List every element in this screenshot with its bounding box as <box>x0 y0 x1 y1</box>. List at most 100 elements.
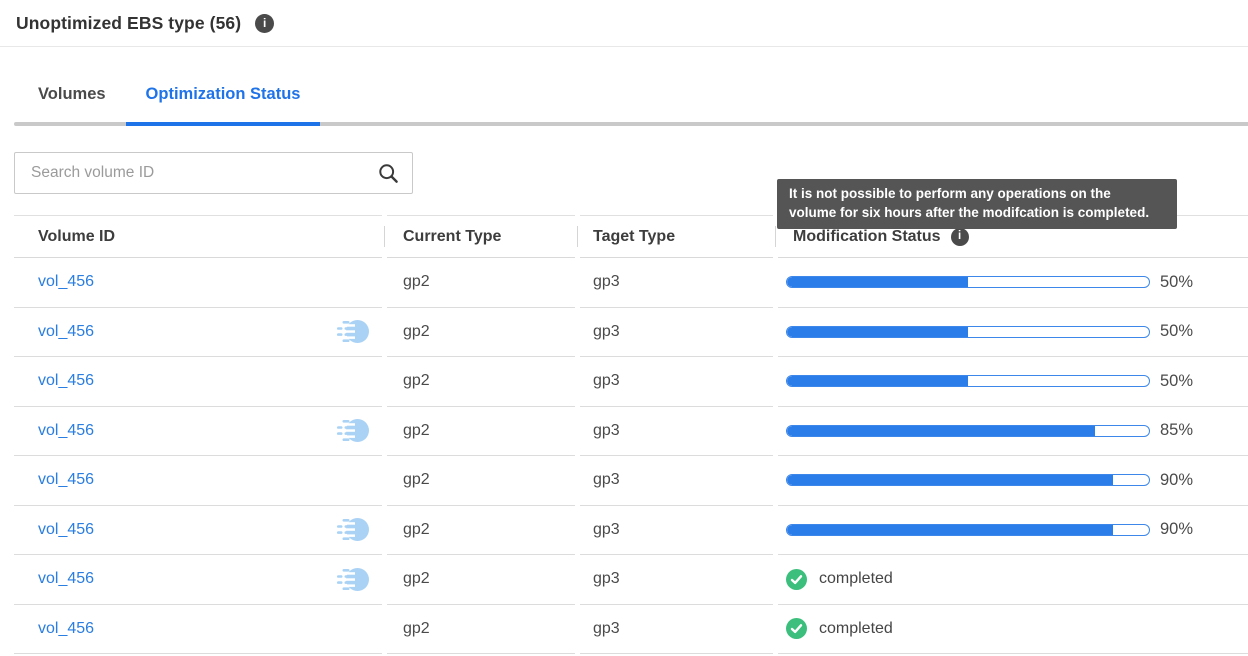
table-row: vol_456 <box>14 506 1248 556</box>
target-type-cell: gp3 <box>580 308 773 358</box>
progress-label: 50% <box>1160 322 1193 341</box>
progress-bar <box>786 276 1150 288</box>
info-icon[interactable]: i <box>951 228 969 246</box>
progress-indicator: 90% <box>786 520 1193 539</box>
tab-volumes[interactable]: Volumes <box>18 85 126 127</box>
progress-indicator: 90% <box>786 471 1193 490</box>
volume-id-link[interactable]: vol_456 <box>38 620 94 638</box>
progress-fill <box>787 426 1095 436</box>
modification-status-cell: 50% <box>778 258 1248 308</box>
target-type-value: gp3 <box>593 471 620 489</box>
progress-label: 85% <box>1160 421 1193 440</box>
completed-status: completed <box>786 569 893 590</box>
current-type-cell: gp2 <box>387 605 575 655</box>
volume-id-cell: vol_456 <box>14 456 382 506</box>
column-header-volume-id: Volume ID <box>14 215 382 258</box>
volume-id-link[interactable]: vol_456 <box>38 323 94 341</box>
table-row: vol_456 <box>14 357 1248 407</box>
target-type-value: gp3 <box>593 422 620 440</box>
progress-fill <box>787 525 1113 535</box>
target-type-value: gp3 <box>593 521 620 539</box>
progress-indicator: 85% <box>786 421 1193 440</box>
tab-optimization-status[interactable]: Optimization Status <box>126 85 321 127</box>
progress-indicator: 50% <box>786 372 1193 391</box>
fast-io-icon <box>336 567 370 592</box>
column-header-target-type: Taget Type <box>580 215 773 258</box>
modification-status-cell: 50% <box>778 357 1248 407</box>
current-type-value: gp2 <box>403 570 430 588</box>
search-icon[interactable] <box>378 163 399 184</box>
column-header-label: Taget Type <box>593 228 675 246</box>
volume-id-cell: vol_456 <box>14 605 382 655</box>
completed-label: completed <box>819 570 893 588</box>
target-type-value: gp3 <box>593 620 620 638</box>
progress-label: 90% <box>1160 471 1193 490</box>
volume-id-cell: vol_456 <box>14 555 382 605</box>
completed-status: completed <box>786 618 893 639</box>
modification-status-tooltip: It is not possible to perform any operat… <box>777 179 1177 229</box>
volume-id-cell: vol_456 <box>14 506 382 556</box>
target-type-value: gp3 <box>593 372 620 390</box>
target-type-value: gp3 <box>593 570 620 588</box>
check-circle-icon <box>786 618 807 639</box>
progress-fill <box>787 475 1113 485</box>
progress-bar <box>786 524 1150 536</box>
column-header-label: Modification Status <box>793 228 941 246</box>
current-type-value: gp2 <box>403 372 430 390</box>
current-type-cell: gp2 <box>387 506 575 556</box>
page: Unoptimized EBS type (56) i Volumes Opti… <box>0 0 1248 656</box>
target-type-cell: gp3 <box>580 555 773 605</box>
completed-label: completed <box>819 620 893 638</box>
modification-status-cell: 90% <box>778 506 1248 556</box>
current-type-value: gp2 <box>403 273 430 291</box>
target-type-cell: gp3 <box>580 357 773 407</box>
search-input[interactable] <box>15 164 378 182</box>
volume-id-link[interactable]: vol_456 <box>38 273 94 291</box>
target-type-cell: gp3 <box>580 258 773 308</box>
current-type-value: gp2 <box>403 422 430 440</box>
progress-bar <box>786 425 1150 437</box>
progress-fill <box>787 327 968 337</box>
volume-id-cell: vol_456 <box>14 258 382 308</box>
current-type-cell: gp2 <box>387 258 575 308</box>
info-icon[interactable]: i <box>255 14 274 33</box>
current-type-cell: gp2 <box>387 555 575 605</box>
check-circle-icon <box>786 569 807 590</box>
progress-fill <box>787 376 968 386</box>
modification-status-cell: completed <box>778 555 1248 605</box>
column-header-label: Volume ID <box>38 228 115 246</box>
target-type-cell: gp3 <box>580 605 773 655</box>
volume-id-link[interactable]: vol_456 <box>38 471 94 489</box>
page-title: Unoptimized EBS type (56) <box>16 13 241 34</box>
progress-indicator: 50% <box>786 273 1193 292</box>
volume-id-cell: vol_456 <box>14 357 382 407</box>
volume-id-cell: vol_456 <box>14 308 382 358</box>
target-type-value: gp3 <box>593 273 620 291</box>
modification-status-cell: 50% <box>778 308 1248 358</box>
column-header-current-type: Current Type <box>387 215 575 258</box>
tooltip-line: It is not possible to perform any operat… <box>789 184 1165 203</box>
current-type-value: gp2 <box>403 620 430 638</box>
tabs-region: Volumes Optimization Status <box>0 47 1248 127</box>
progress-label: 90% <box>1160 520 1193 539</box>
progress-bar <box>786 375 1150 387</box>
tab-bar: Volumes Optimization Status <box>0 47 1248 127</box>
current-type-value: gp2 <box>403 323 430 341</box>
search-box <box>14 152 413 194</box>
current-type-cell: gp2 <box>387 357 575 407</box>
fast-io-icon <box>336 418 370 443</box>
modification-status-cell: 85% <box>778 407 1248 457</box>
table-row: vol_456 <box>14 605 1248 655</box>
progress-indicator: 50% <box>786 322 1193 341</box>
volume-id-cell: vol_456 <box>14 407 382 457</box>
table-row: vol_456 <box>14 308 1248 358</box>
volume-id-link[interactable]: vol_456 <box>38 521 94 539</box>
volume-id-link[interactable]: vol_456 <box>38 372 94 390</box>
target-type-value: gp3 <box>593 323 620 341</box>
volume-id-link[interactable]: vol_456 <box>38 422 94 440</box>
table-row: vol_456 <box>14 258 1248 308</box>
current-type-cell: gp2 <box>387 407 575 457</box>
progress-label: 50% <box>1160 273 1193 292</box>
volume-id-link[interactable]: vol_456 <box>38 570 94 588</box>
table-row: vol_456 <box>14 555 1248 605</box>
